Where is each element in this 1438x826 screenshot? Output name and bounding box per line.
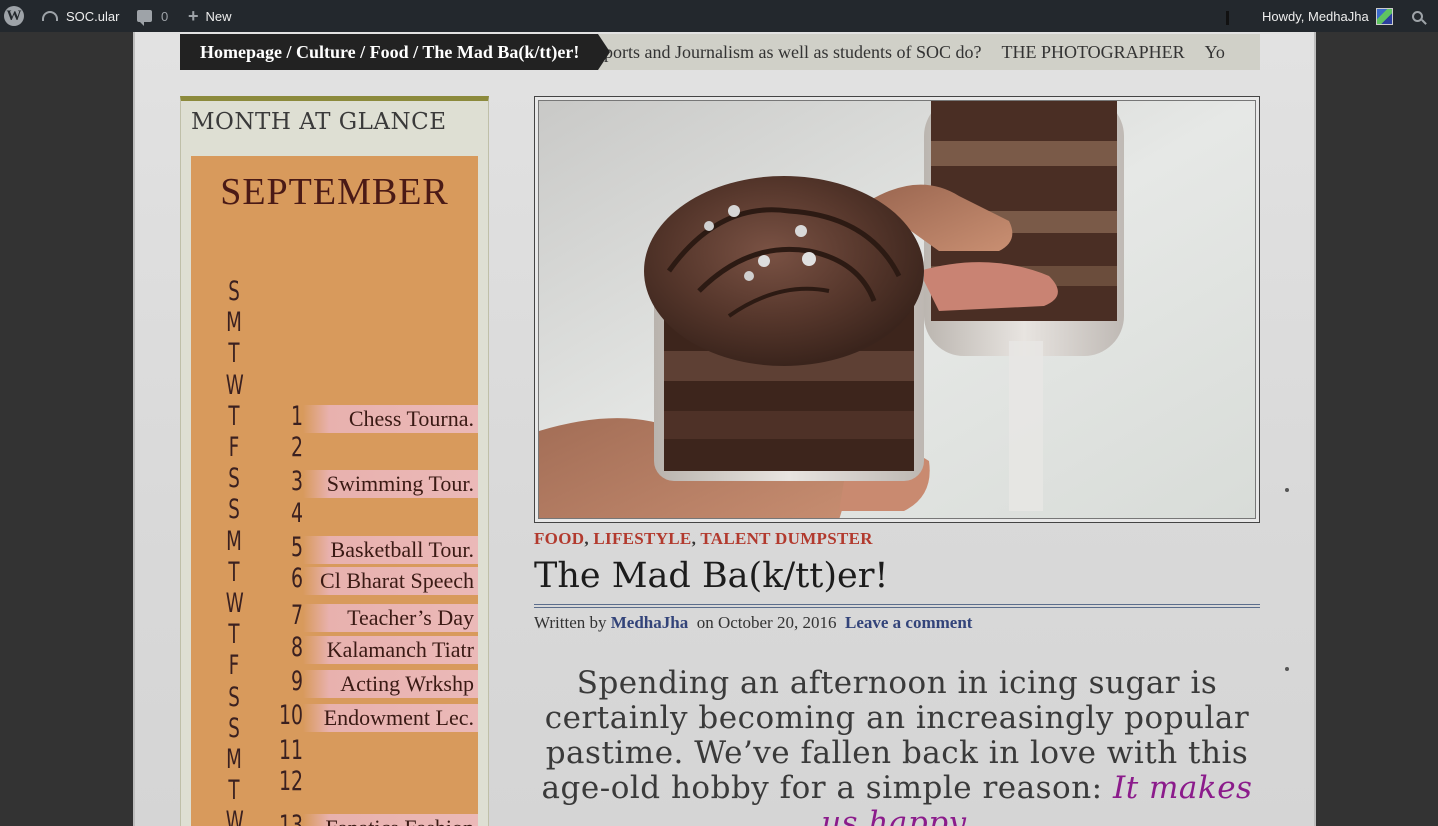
calendar-day-number: 1 <box>290 400 303 432</box>
new-label: New <box>205 8 232 24</box>
calendar-event: Swimming Tour. <box>303 470 478 499</box>
calendar-month: SEPTEMBER <box>220 171 449 213</box>
weekday-letter: T <box>228 619 240 651</box>
weekday-letter: F <box>228 432 240 463</box>
weekday-letter: T <box>228 775 240 807</box>
category-link-talent-dumpster[interactable]: TALENT DUMPSTER <box>700 529 872 548</box>
calendar-day-number: 3 <box>290 466 303 498</box>
author-link[interactable]: MedhaJha <box>611 613 688 632</box>
weekday-letter: S <box>228 276 240 307</box>
comment-count: 0 <box>161 8 169 24</box>
calendar-day-number: 11 <box>278 734 303 766</box>
weekday-letter: S <box>228 681 240 713</box>
month-at-glance-widget: MONTH AT GLANCE SEPTEMBER SMTWTFSSMTWTFS… <box>180 96 489 826</box>
post-lede: Spending an afternoon in icing sugar is … <box>534 666 1260 826</box>
ticker-item[interactable]: THE PHOTOGRAPHER <box>1001 42 1184 63</box>
written-by-label: Written by <box>534 613 607 632</box>
weekday-letter: M <box>226 307 242 339</box>
cupcake-photo-illustration <box>539 101 1255 518</box>
weekday-letter: M <box>226 525 242 557</box>
paper-pin <box>1285 667 1289 671</box>
weekday-letter: M <box>226 744 242 775</box>
breadcrumb[interactable]: Homepage / Culture / Food / The Mad Ba(k… <box>180 34 610 70</box>
admin-bar-divider <box>1226 11 1229 25</box>
calendar-event: Kalamanch Tiatr <box>303 635 478 664</box>
leave-comment-link[interactable]: Leave a comment <box>845 613 972 632</box>
category-link-food[interactable]: FOOD <box>534 529 584 548</box>
category-link-lifestyle[interactable]: LIFESTYLE <box>593 529 691 548</box>
calendar-event: Teacher’s Day <box>303 604 478 633</box>
post-meta: Written by MedhaJha on October 20, 2016 … <box>534 613 972 633</box>
search-icon <box>1412 10 1423 22</box>
new-content-button[interactable]: + New <box>188 0 232 32</box>
comment-bubble-icon <box>137 10 152 26</box>
ticker-item[interactable]: ports and Journalism as well as students… <box>604 42 981 63</box>
news-ticker: Homepage / Culture / Food / The Mad Ba(k… <box>180 34 1260 70</box>
weekday-letter: W <box>225 806 244 826</box>
plus-icon: + <box>188 5 199 26</box>
ticker-item[interactable]: Yo <box>1205 42 1225 63</box>
featured-image-photo <box>538 100 1256 519</box>
post-categories: FOOD, LIFESTYLE, TALENT DUMPSTER <box>534 529 873 549</box>
weekday-letter: W <box>225 588 244 619</box>
calendar-event: Fanatics Fashion <box>303 813 478 826</box>
admin-search-button[interactable] <box>1412 0 1423 32</box>
page-paper: Homepage / Culture / Food / The Mad Ba(k… <box>133 32 1316 826</box>
user-account-menu[interactable]: Howdy, MedhaJha <box>1262 0 1393 32</box>
calendar-day-number: 8 <box>290 631 303 663</box>
weekday-letter: S <box>228 712 240 744</box>
calendar-day-number: 7 <box>290 600 303 632</box>
calendar-day-number: 5 <box>290 531 303 563</box>
weekday-letter: T <box>228 400 240 432</box>
post-date: on October 20, 2016 <box>696 613 837 632</box>
calendar-image: SEPTEMBER S M T W T F S S M T W T F S S M T W 1 Chess Tourn… <box>191 156 478 826</box>
calendar-day-number: 6 <box>290 563 303 595</box>
weekday-letter: W <box>225 369 244 401</box>
weekday-letter: T <box>228 338 240 370</box>
calendar-event: Cl Bharat Speech <box>303 567 478 596</box>
weekday-letter: S <box>228 494 240 526</box>
avatar <box>1375 7 1393 25</box>
admin-bar: W SOC.ular 0 + New Howdy, MedhaJha <box>0 0 1438 32</box>
weekday-letter: T <box>228 556 240 588</box>
featured-image[interactable] <box>534 96 1260 523</box>
title-divider <box>534 604 1260 608</box>
calendar-day-number: 2 <box>290 432 303 463</box>
calendar-event: Basketball Tour. <box>303 535 478 564</box>
calendar-event: Endowment Lec. <box>303 704 478 733</box>
dashboard-icon <box>42 11 58 21</box>
wordpress-logo-icon: W <box>4 6 24 26</box>
wordpress-logo-button[interactable]: W <box>4 0 28 32</box>
widget-title: MONTH AT GLANCE <box>191 109 447 135</box>
howdy-label: Howdy, MedhaJha <box>1262 8 1369 24</box>
calendar-event: Chess Tourna. <box>303 404 478 433</box>
calendar-day-number: 9 <box>290 666 303 697</box>
ticker-track: ports and Journalism as well as students… <box>604 34 1245 70</box>
calendar-day-number: 12 <box>278 765 303 797</box>
post-title: The Mad Ba(k/tt)er! <box>534 556 889 596</box>
calendar-day-number: 4 <box>290 497 303 529</box>
weekday-letter: F <box>228 650 240 682</box>
paper-pin <box>1285 488 1289 492</box>
calendar-day-number: 10 <box>278 700 303 732</box>
comments-link[interactable]: 0 <box>137 0 168 32</box>
site-name-label: SOC.ular <box>66 8 120 24</box>
calendar-event: Acting Wrkshp <box>303 670 478 698</box>
weekday-letter: S <box>228 463 240 495</box>
calendar-day-number: 13 <box>278 809 303 826</box>
site-name-link[interactable]: SOC.ular <box>42 0 119 32</box>
